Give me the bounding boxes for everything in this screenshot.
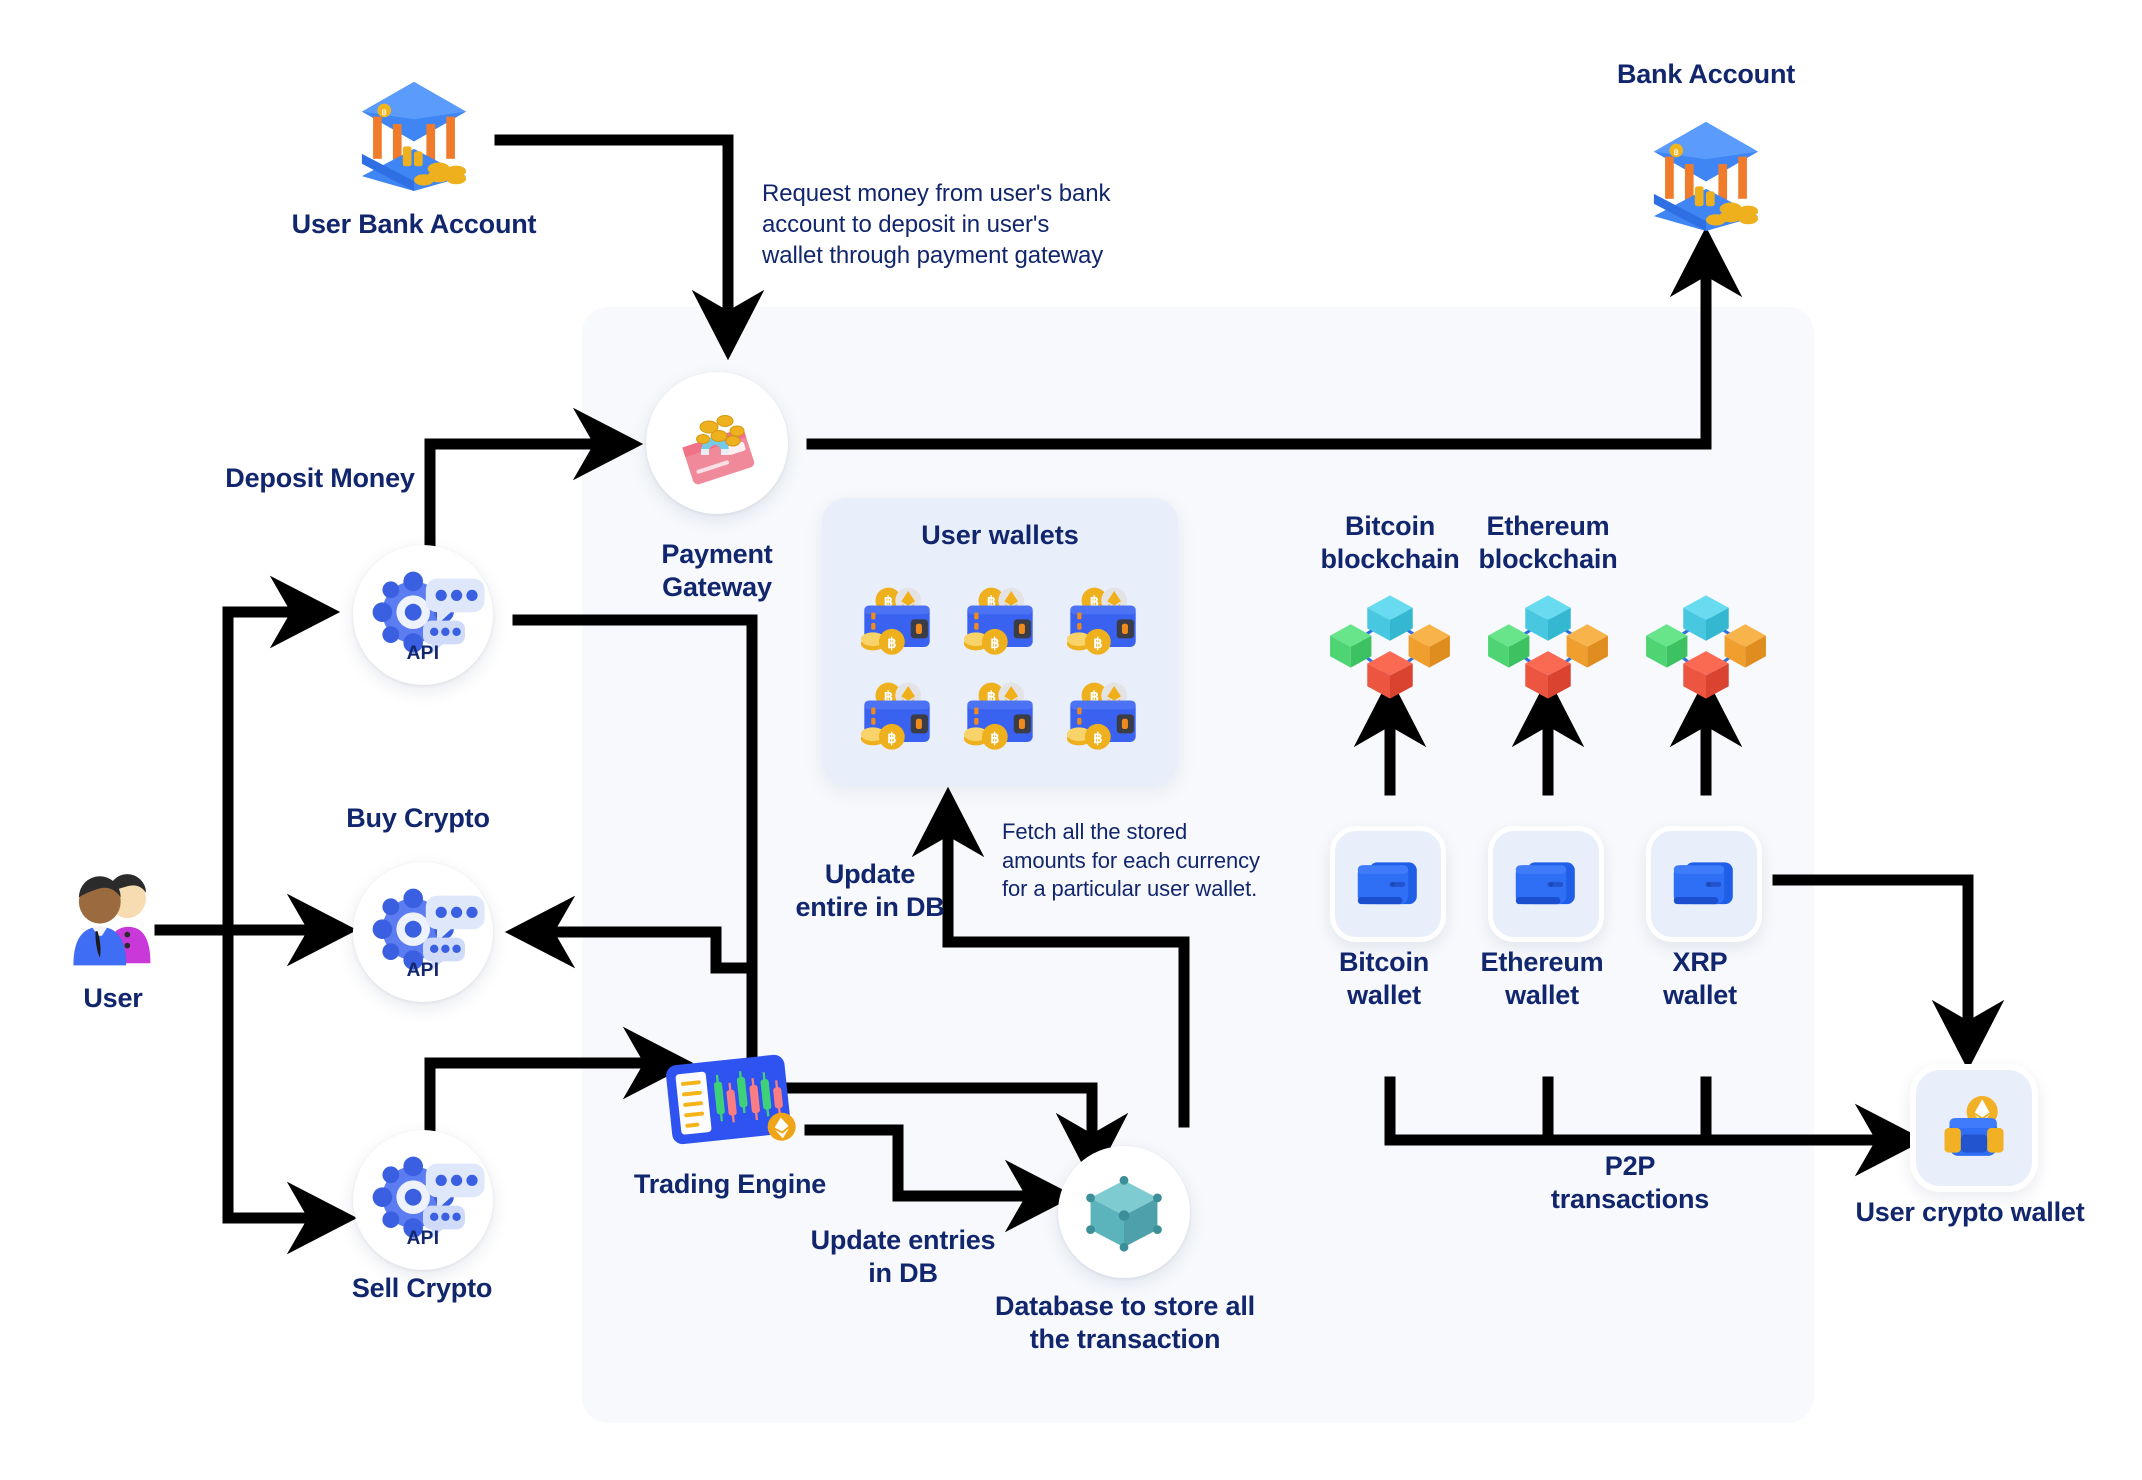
svg-text:฿: ฿ [888,730,897,746]
request-money-annotation: Request money from user's bank account t… [762,180,1111,270]
svg-text:฿: ฿ [381,107,387,117]
deposit-money-label: Deposit Money [225,463,415,493]
deposit-api-node[interactable]: API [353,545,493,685]
svg-text:฿: ฿ [990,635,999,651]
update-entire-in-db-label: Update entire in DB [795,859,945,922]
p2p-transactions-label: P2P transactions [1550,1151,1710,1214]
update-entries-in-db-label: Update entries in DB [810,1225,996,1288]
sell-crypto-label: Sell Crypto [351,1273,493,1303]
blockchain-nodes-icon [1646,595,1766,699]
bank-icon: ฿ [1653,121,1759,232]
xrp-blockchain-node[interactable] [1644,588,1768,706]
database-cube-icon [1086,1175,1162,1252]
svg-text:฿: ฿ [888,635,897,651]
user-crypto-wallet-icon [1944,1096,2004,1156]
bank-icon: ฿ [361,81,467,192]
database-node[interactable] [1058,1146,1190,1278]
blockchain-nodes-icon [1330,595,1450,699]
database-label: Database to store all the transaction [995,1291,1255,1354]
api-caption: API [406,1228,440,1249]
crypto-wallet-icon: ฿ ฿ [963,587,1033,655]
blue-wallet-icon [1515,862,1575,905]
blue-wallet-icon [1673,862,1733,905]
svg-text:฿: ฿ [1093,730,1102,746]
crypto-wallet-icon: ฿ ฿ [861,682,931,750]
payment-gateway-icon [682,415,755,485]
svg-text:฿: ฿ [1673,147,1679,157]
bank-account-label: Bank Account [1616,59,1796,89]
user-bank-account-label: User Bank Account [291,209,537,239]
crypto-wallet-icon: ฿ ฿ [963,682,1033,750]
ethereum-wallet-node[interactable] [1488,826,1604,942]
sell-api-node[interactable]: API [353,1130,493,1270]
fetch-amounts-annotation: Fetch all the stored amounts for each cu… [1002,819,1260,902]
crypto-wallet-icon: ฿ ฿ [1066,587,1136,655]
user-wallet-item[interactable]: ฿ ฿ [1051,669,1154,764]
user-wallet-item[interactable]: ฿ ฿ [949,669,1052,764]
arrow-user-to-sellapi [222,924,358,1255]
arrow-user-to-depositapi [154,575,341,936]
user-wallet-item[interactable]: ฿ ฿ [846,574,949,669]
user-wallets-title: User wallets [921,520,1079,550]
user-wallet-item[interactable]: ฿ ฿ [846,669,949,764]
bank-account-node[interactable]: ฿ [1644,112,1768,236]
api-caption: API [406,960,440,981]
buy-crypto-label: Buy Crypto [346,803,490,833]
trading-chart-icon [666,1054,796,1145]
diagram-canvas: ฿ User Bank Account Request money from u… [0,0,2142,1480]
ethereum-blockchain-label: Ethereum blockchain [1478,511,1618,574]
bitcoin-wallet-node[interactable] [1330,826,1446,942]
blue-wallet-icon [1357,862,1417,905]
user-node[interactable] [58,862,168,972]
user-label: User [83,983,143,1013]
user-wallet-item[interactable]: ฿ ฿ [949,574,1052,669]
xrp-wallet-node[interactable] [1646,826,1762,942]
api-caption: API [406,643,440,664]
crypto-wallet-icon: ฿ ฿ [861,587,931,655]
payment-gateway-label: Payment Gateway [661,539,773,602]
xrp-wallet-label: XRP wallet [1663,947,1737,1010]
user-bank-account-node[interactable]: ฿ [352,72,476,196]
user-wallets-card: User wallets ฿ ฿ ฿ ฿ ฿ ฿ ฿ ฿ ฿ ฿ ฿ ฿ [822,498,1178,786]
crypto-wallet-icon: ฿ ฿ [1066,682,1136,750]
svg-text:฿: ฿ [1093,635,1102,651]
buy-api-node[interactable]: API [353,862,493,1002]
payment-gateway-node[interactable] [646,372,788,514]
trading-engine-node[interactable] [660,1048,800,1158]
svg-text:฿: ฿ [990,730,999,746]
user-crypto-wallet-node[interactable] [1910,1064,2038,1192]
bitcoin-blockchain-node[interactable] [1328,588,1452,706]
user-wallets-grid: ฿ ฿ ฿ ฿ ฿ ฿ ฿ ฿ ฿ ฿ ฿ ฿ [846,574,1154,764]
user-crypto-wallet-label: User crypto wallet [1855,1197,2085,1227]
trading-engine-label: Trading Engine [633,1169,827,1199]
users-icon [73,874,151,966]
ethereum-blockchain-node[interactable] [1486,588,1610,706]
user-wallet-item[interactable]: ฿ ฿ [1051,574,1154,669]
blockchain-nodes-icon [1488,595,1608,699]
